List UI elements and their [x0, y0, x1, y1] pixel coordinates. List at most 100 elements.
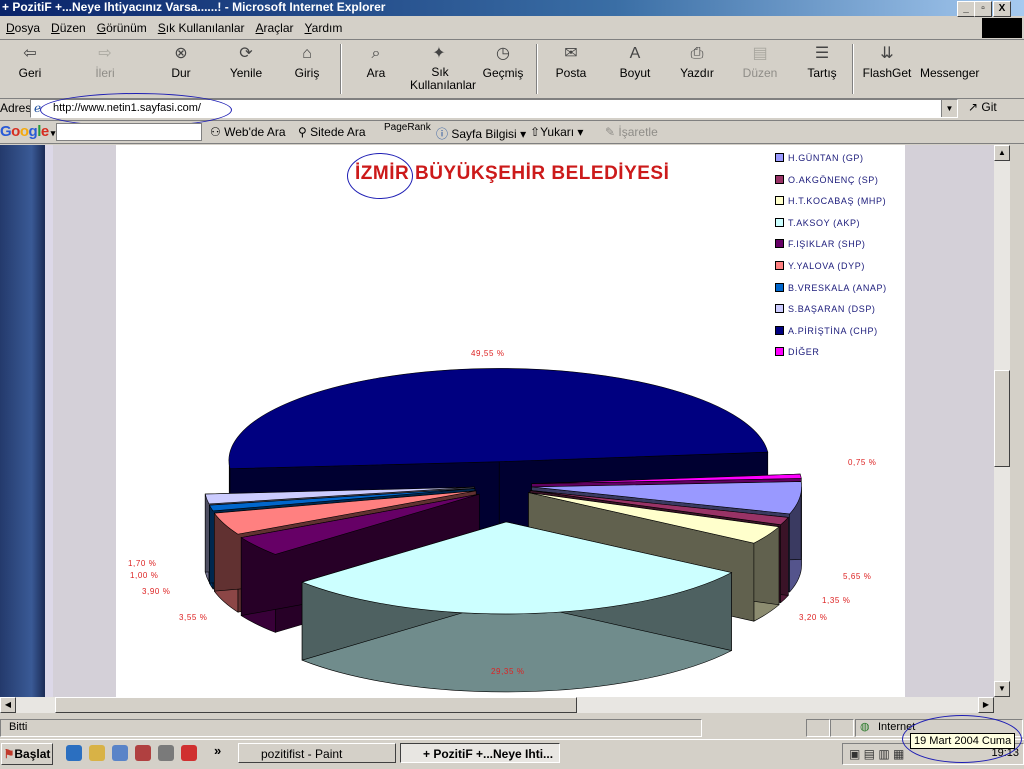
scroll-left-button[interactable]: ◀: [0, 697, 16, 713]
go-button[interactable]: ↗ Git: [968, 100, 997, 114]
toolbar-button-edit[interactable]: ▤ Düzen: [738, 44, 782, 80]
horizontal-scroll-thumb[interactable]: [55, 697, 577, 713]
toolbar-button-messenger[interactable]: Messenger: [920, 44, 979, 80]
pie-chart: [204, 368, 802, 693]
toolbar-button-search[interactable]: ⌕ Ara: [355, 44, 397, 80]
toolbar-button-forward-arrow[interactable]: ⇨ İleri: [80, 44, 130, 80]
legend-label: O.AKGÖNENÇ (SP): [788, 174, 879, 185]
toolbar-button-mail[interactable]: ✉ Posta: [548, 44, 594, 80]
flashget-icon: ⇊: [880, 45, 894, 62]
task-paint-label: pozitifist - Paint: [261, 747, 343, 761]
menu-araclar[interactable]: Araçlar: [256, 21, 294, 35]
legend-item: T.AKSOY (AKP): [775, 217, 860, 228]
toolbar-label: İleri: [95, 66, 115, 80]
task-ie[interactable]: + PozitiF +...Neye Ihti...: [400, 743, 560, 763]
menu-sik-kullanilanlar[interactable]: Sık Kullanılanlar: [158, 21, 245, 35]
menu-yardim[interactable]: Yardım: [305, 21, 343, 35]
legend-swatch: [775, 239, 784, 249]
forward-arrow-icon: ⇨: [98, 45, 112, 62]
toolbar-separator: [536, 44, 538, 94]
toolbar-label: FlashGet: [862, 66, 912, 80]
highlight-button[interactable]: ✎ İşaretle: [605, 125, 658, 139]
favorites-icon: ✦: [432, 45, 446, 62]
task-paint[interactable]: pozitifist - Paint: [238, 743, 396, 763]
ie-quicklaunch-icon[interactable]: [66, 745, 82, 761]
slice-value-label: 1,35 %: [822, 596, 851, 605]
toolbar-button-history[interactable]: ◷ Geçmiş: [480, 44, 526, 80]
menu-duzen[interactable]: Düzen: [51, 21, 86, 35]
binoculars-icon: ⚇: [210, 125, 221, 139]
page-info-button[interactable]: ⓘ Sayfa Bilgisi ▾: [436, 125, 526, 142]
legend-item: H.T.KOCABAŞ (MHP): [775, 196, 886, 206]
slice-value-label: 1,00 %: [130, 571, 159, 580]
page-info-label: Sayfa Bilgisi: [451, 127, 517, 141]
toolbar-label: Tartış: [807, 66, 837, 80]
address-dropdown-button[interactable]: ▼: [941, 100, 957, 117]
google-logo[interactable]: Google ▾: [0, 123, 55, 140]
slice-value-label: 0,75 %: [848, 458, 877, 467]
start-button[interactable]: ⚑Başlat: [1, 743, 53, 765]
refresh-icon: ⟳: [239, 45, 253, 62]
menu-gorunum[interactable]: Görünüm: [97, 21, 147, 35]
vertical-scrollbar[interactable]: ▲ ▼: [994, 145, 1010, 697]
title-bar: + PozitiF +...Neye Ihtiyacınız Varsa....…: [0, 0, 1024, 17]
toolbar-button-refresh[interactable]: ⟳ Yenile: [222, 44, 270, 80]
horizontal-scrollbar[interactable]: ◀ ▶: [0, 697, 994, 713]
toolbar-button-home[interactable]: ⌂ Giriş: [285, 44, 329, 80]
folder-up-icon: ⇧: [530, 125, 541, 139]
globe-icon: ◍: [860, 721, 870, 733]
up-button[interactable]: ⇧Yukarı ▾: [530, 125, 583, 139]
toolbar-button-back-arrow[interactable]: ⇦ Geri: [10, 44, 50, 80]
vertical-scroll-thumb[interactable]: [994, 370, 1010, 467]
windows-logo-icon: [982, 18, 1022, 38]
google-search-input[interactable]: [56, 123, 202, 141]
legend-swatch: [775, 282, 784, 292]
tray-icons[interactable]: ▣ ▤ ▥ ▦: [849, 747, 904, 761]
mail-icon: ✉: [564, 45, 578, 62]
pagerank-indicator[interactable]: PageRank: [384, 122, 431, 133]
web-search-button[interactable]: ⚇ Web'de Ara: [210, 125, 286, 139]
menu-dosya[interactable]: Dosya: [6, 21, 40, 35]
window-title: + PozitiF +...Neye Ihtiyacınız Varsa....…: [2, 0, 386, 14]
home-icon: ⌂: [302, 45, 312, 62]
highlight-label: İşaretle: [618, 125, 658, 139]
task-ie-label: + PozitiF +...Neye Ihti...: [423, 747, 554, 761]
status-text-cell: Bitti: [0, 719, 702, 737]
desktop-quicklaunch-icon[interactable]: [112, 745, 128, 761]
slice-value-label: 3,90 %: [142, 587, 171, 596]
scroll-right-button[interactable]: ▶: [978, 697, 994, 713]
address-label: Adres: [0, 101, 32, 115]
maximize-button[interactable]: ▫: [974, 1, 992, 17]
legend-label: A.PİRİŞTİNA (CHP): [788, 325, 878, 336]
toolbar-button-discuss[interactable]: ☰ Tartış: [800, 44, 844, 80]
legend-label: H.GÜNTAN (GP): [788, 153, 864, 163]
menu-bar: Dosya Düzen Görünüm Sık Kullanılanlar Araçla…: [0, 17, 1024, 40]
scroll-up-button[interactable]: ▲: [994, 145, 1010, 161]
slice-value-label: 5,65 %: [843, 572, 872, 581]
history-icon: ◷: [496, 45, 510, 62]
app-quicklaunch-icon[interactable]: [135, 745, 151, 761]
minimize-button[interactable]: _: [957, 1, 975, 17]
close-button[interactable]: X: [993, 1, 1011, 17]
status-bar: Bitti ◍ Internet: [0, 717, 1024, 737]
toolbar-label: Dur: [171, 66, 191, 80]
quicklaunch-chevron[interactable]: »: [214, 743, 221, 758]
flashget-quicklaunch-icon[interactable]: [181, 745, 197, 761]
legend-item: S.BAŞARAN (DSP): [775, 304, 876, 314]
status-cell-1: [806, 719, 830, 737]
info-icon: ⓘ: [436, 127, 449, 141]
messenger-icon: [938, 44, 960, 64]
toolbar-button-stop[interactable]: ⊗ Dur: [160, 44, 202, 80]
toolbar-button-favorites[interactable]: ✦ Sık Kullanılanlar: [410, 44, 476, 92]
legend-label: Y.YALOVA (DYP): [788, 261, 865, 271]
media-quicklaunch-icon[interactable]: [158, 745, 174, 761]
toolbar-button-print[interactable]: ⎙ Yazdır: [676, 44, 718, 80]
toolbar-button-flashget[interactable]: ⇊ FlashGet: [860, 44, 914, 80]
legend-item: Y.YALOVA (DYP): [775, 261, 865, 271]
scroll-down-button[interactable]: ▼: [994, 681, 1010, 697]
print-icon: ⎙: [690, 45, 704, 62]
toolbar-button-font-size[interactable]: A Boyut: [612, 44, 658, 80]
outlook-quicklaunch-icon[interactable]: [89, 745, 105, 761]
toolbar-label: Yazdır: [680, 66, 714, 80]
site-search-button[interactable]: ⚲ Sitede Ara: [298, 125, 366, 139]
